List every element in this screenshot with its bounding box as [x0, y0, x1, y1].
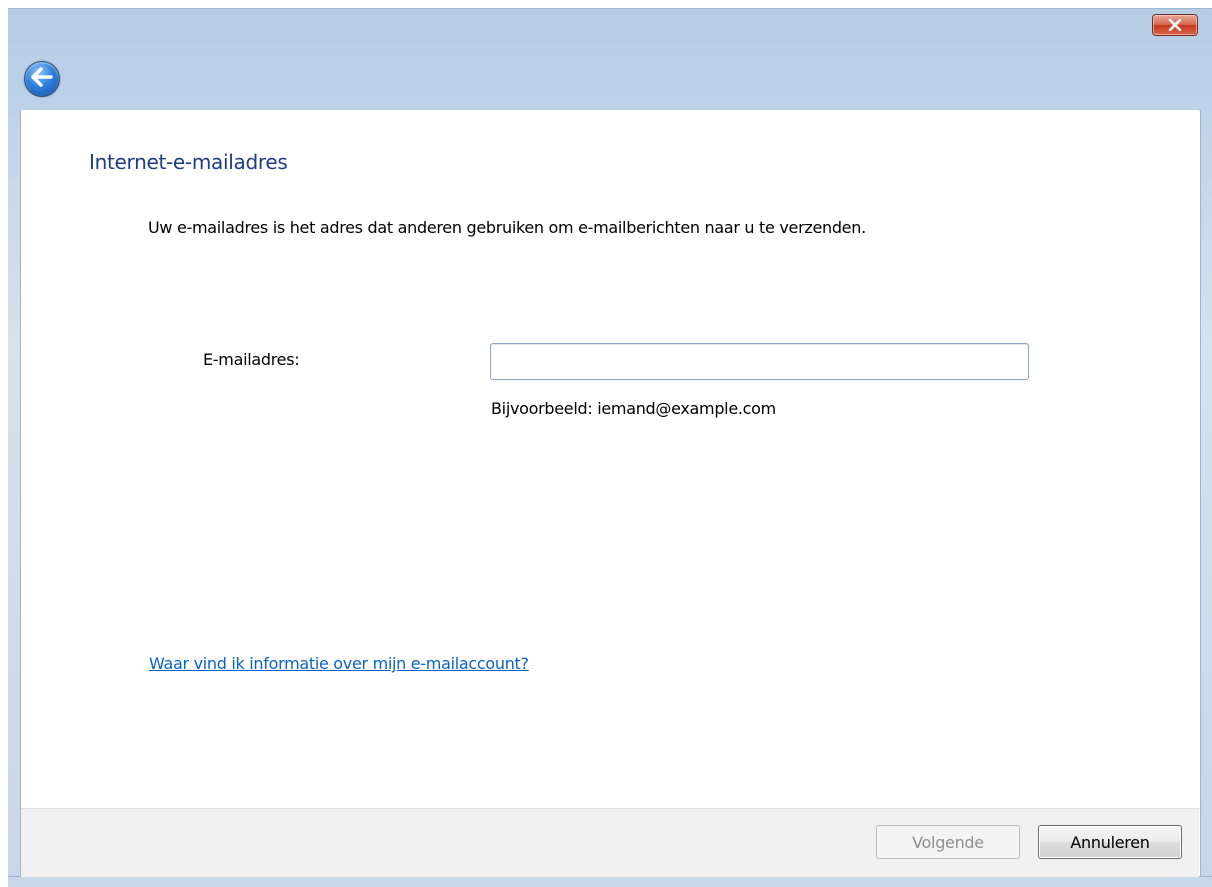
- email-example-hint: Bijvoorbeeld: iemand@example.com: [491, 399, 776, 418]
- page-title: Internet-e-mailadres: [89, 150, 288, 174]
- close-button[interactable]: [1152, 14, 1198, 36]
- window-frame-bottom: [8, 876, 1212, 887]
- email-input[interactable]: [490, 343, 1029, 380]
- button-bar: Volgende Annuleren: [21, 808, 1199, 877]
- cancel-button[interactable]: Annuleren: [1038, 825, 1182, 859]
- title-bar: [8, 8, 1212, 111]
- wizard-window: Internet-e-mailadres Uw e-mailadres is h…: [0, 0, 1212, 887]
- help-link[interactable]: Waar vind ik informatie over mijn e-mail…: [149, 654, 529, 673]
- intro-text: Uw e-mailadres is het adres dat anderen …: [148, 218, 866, 237]
- window-frame-right: [1200, 110, 1212, 886]
- window-frame-left: [8, 110, 21, 886]
- email-label: E-mailadres:: [203, 350, 300, 369]
- back-arrow-icon: [31, 67, 53, 91]
- back-button[interactable]: [24, 61, 60, 97]
- close-icon: [1168, 19, 1182, 31]
- content-area: Internet-e-mailadres Uw e-mailadres is h…: [21, 110, 1199, 807]
- next-button[interactable]: Volgende: [876, 825, 1020, 859]
